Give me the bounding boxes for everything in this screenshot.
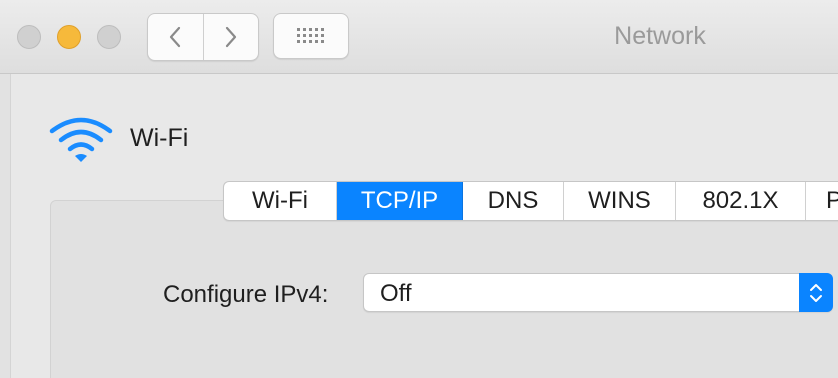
grid-icon [297, 28, 324, 43]
window-title: Network [614, 22, 706, 50]
close-button[interactable] [17, 25, 41, 49]
tab-bar: Wi-Fi TCP/IP DNS WINS 802.1X P [223, 181, 838, 221]
tab-tcpip[interactable]: TCP/IP [337, 182, 463, 220]
zoom-button[interactable] [97, 25, 121, 49]
chevron-left-icon [170, 26, 181, 48]
chevron-right-icon [225, 26, 236, 48]
wifi-icon [49, 117, 113, 162]
title-bar: Network [0, 0, 838, 74]
tab-proxies[interactable]: P [806, 182, 838, 220]
show-all-button[interactable] [273, 13, 349, 59]
tab-wins[interactable]: WINS [564, 182, 676, 220]
forward-button[interactable] [202, 14, 259, 60]
back-button[interactable] [148, 14, 203, 60]
navigation-buttons [147, 13, 259, 61]
configure-ipv4-value: Off [380, 280, 412, 307]
tab-8021x[interactable]: 802.1X [676, 182, 806, 220]
chevron-up-down-icon [810, 283, 822, 302]
popup-arrows[interactable] [799, 273, 833, 312]
tab-wifi[interactable]: Wi-Fi [224, 182, 337, 220]
interface-name: Wi-Fi [130, 124, 189, 152]
configure-ipv4-label: Configure IPv4: [163, 281, 329, 308]
tab-dns[interactable]: DNS [463, 182, 564, 220]
minimize-button[interactable] [57, 25, 81, 49]
network-preferences-window: Network Wi-Fi Wi-Fi TCP/IP DNS WINS 802.… [0, 0, 838, 378]
sidebar-edge [0, 74, 11, 378]
configure-ipv4-popup[interactable]: Off [363, 273, 833, 312]
